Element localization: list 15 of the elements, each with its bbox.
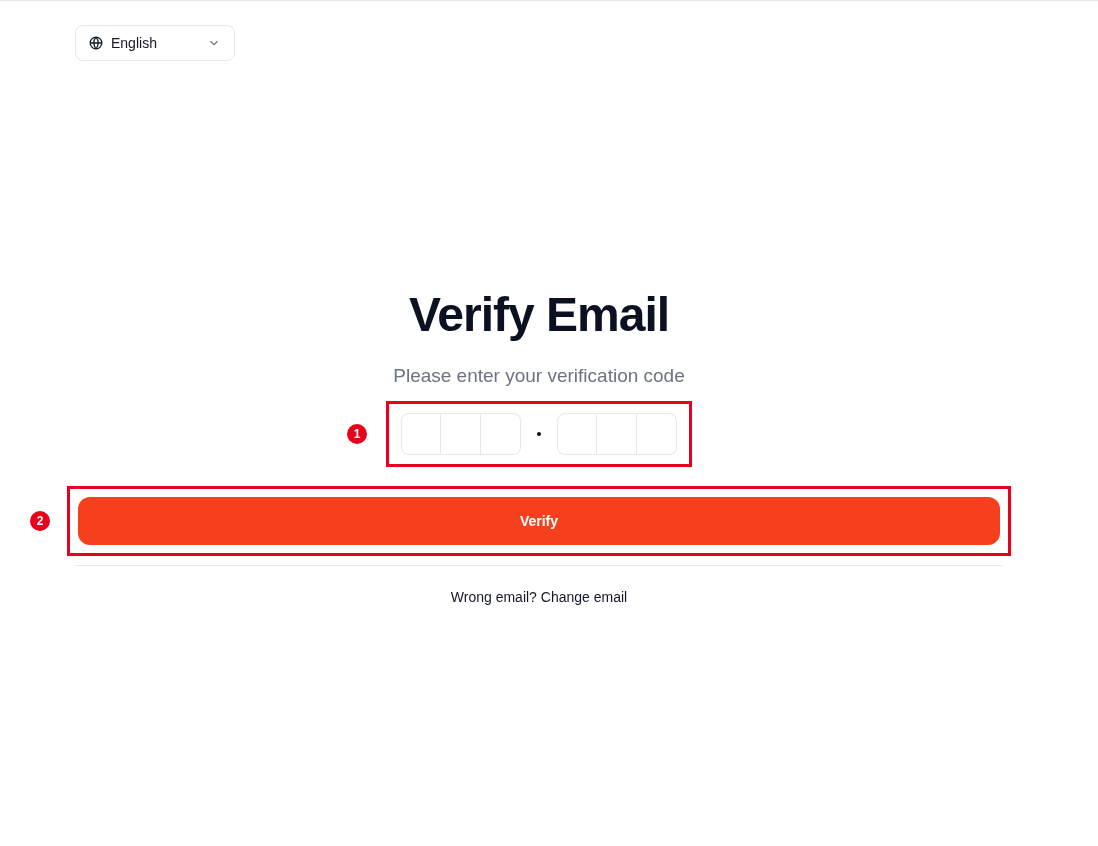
annotation-badge: 2	[30, 511, 50, 531]
language-select[interactable]: English	[75, 25, 235, 61]
subtitle: Please enter your verification code	[393, 364, 685, 388]
verify-button[interactable]: Verify	[78, 497, 1000, 545]
code-digit-field[interactable]	[441, 413, 481, 455]
globe-icon	[89, 36, 103, 50]
code-digit-field[interactable]	[557, 413, 597, 455]
code-digit-field[interactable]	[401, 413, 441, 455]
page-title: Verify Email	[408, 287, 670, 343]
code-digit-field[interactable]	[597, 413, 637, 455]
separator-dot	[537, 432, 541, 436]
change-email-link[interactable]: Wrong email? Change email	[450, 587, 628, 608]
code-digit-field[interactable]	[637, 413, 677, 455]
code-digit-field[interactable]	[481, 413, 521, 455]
annotation-badge: 1	[347, 424, 367, 444]
